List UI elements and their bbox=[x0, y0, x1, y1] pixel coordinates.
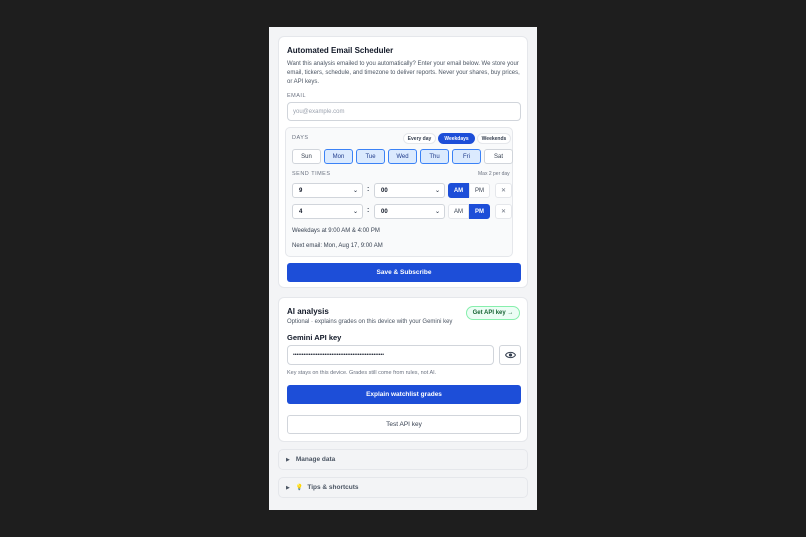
app-panel: Automated Email Scheduler Want this anal… bbox=[269, 27, 537, 510]
close-icon: ✕ bbox=[500, 209, 507, 215]
day-sat[interactable]: Sat bbox=[484, 149, 513, 164]
days-label: DAYS bbox=[292, 135, 309, 141]
ai-subtitle: Optional · explains grades on this devic… bbox=[287, 319, 453, 325]
time2-colon: : bbox=[367, 207, 370, 214]
send-times-label: SEND TIMES bbox=[292, 171, 331, 177]
max-per-day-note: Max 2 per day bbox=[478, 171, 510, 177]
triangle-right-icon: ▶ bbox=[286, 456, 290, 463]
tips-label: Tips & shortcuts bbox=[307, 484, 359, 491]
email-scheduler-card: Automated Email Scheduler Want this anal… bbox=[278, 36, 528, 288]
day-mon[interactable]: Mon bbox=[324, 149, 353, 164]
day-thu[interactable]: Thu bbox=[420, 149, 449, 164]
explain-grades-button[interactable]: Explain watchlist grades bbox=[287, 385, 521, 404]
time2-minute-value: 00 bbox=[381, 208, 388, 215]
triangle-right-icon: ▶ bbox=[286, 484, 290, 491]
test-api-key-button[interactable]: Test API key bbox=[287, 415, 521, 434]
day-wed[interactable]: Wed bbox=[388, 149, 417, 164]
time1-remove-button[interactable]: ✕ bbox=[495, 183, 512, 198]
time1-hour-select[interactable]: 9 ⌄ bbox=[292, 183, 363, 198]
time1-colon: : bbox=[367, 186, 370, 193]
gemini-api-key-input[interactable]: ••••••••••••••••••••••••••••••••••••••••… bbox=[287, 345, 494, 365]
time1-pm-toggle[interactable]: PM bbox=[469, 183, 490, 198]
close-icon: ✕ bbox=[500, 188, 507, 194]
next-email-text: Next email: Mon, Aug 17, 9:00 AM bbox=[292, 243, 383, 249]
preset-every-day[interactable]: Every day bbox=[403, 133, 436, 144]
schedule-summary: Weekdays at 9:00 AM & 4:00 PM bbox=[292, 228, 380, 234]
schedule-box: DAYS Every day Weekdays Weekends Sun Mon… bbox=[285, 127, 513, 257]
time1-minute-value: 00 bbox=[381, 187, 388, 194]
time2-am-toggle[interactable]: AM bbox=[448, 204, 469, 219]
preset-weekends[interactable]: Weekends bbox=[477, 133, 511, 144]
email-input[interactable]: you@example.com bbox=[287, 102, 521, 121]
email-label: EMAIL bbox=[287, 93, 307, 99]
time2-remove-button[interactable]: ✕ bbox=[495, 204, 512, 219]
chevron-down-icon: ⌄ bbox=[352, 188, 358, 194]
time2-pm-toggle[interactable]: PM bbox=[469, 204, 490, 219]
day-tue[interactable]: Tue bbox=[356, 149, 385, 164]
time2-hour-value: 4 bbox=[299, 208, 303, 215]
key-note: Key stays on this device. Grades still c… bbox=[287, 370, 437, 376]
time1-am-toggle[interactable]: AM bbox=[448, 183, 469, 198]
get-api-key-button[interactable]: Get API key → bbox=[466, 306, 520, 320]
manage-data-label: Manage data bbox=[295, 456, 336, 463]
day-sun[interactable]: Sun bbox=[292, 149, 321, 164]
tips-section[interactable]: ▶ 💡 Tips & shortcuts bbox=[278, 477, 528, 498]
toggle-key-visibility-button[interactable] bbox=[499, 345, 521, 365]
scheduler-description: Want this analysis emailed to you automa… bbox=[287, 61, 520, 85]
chevron-down-icon: ⌄ bbox=[434, 209, 440, 215]
scheduler-title: Automated Email Scheduler bbox=[287, 46, 394, 55]
ai-title: AI analysis bbox=[287, 307, 329, 316]
preset-weekdays[interactable]: Weekdays bbox=[438, 133, 475, 144]
chevron-down-icon: ⌄ bbox=[352, 209, 358, 215]
ai-analysis-card: AI analysis Optional · explains grades o… bbox=[278, 297, 528, 442]
day-fri[interactable]: Fri bbox=[452, 149, 481, 164]
eye-icon bbox=[504, 351, 516, 359]
lightbulb-icon: 💡 bbox=[295, 485, 304, 491]
time2-hour-select[interactable]: 4 ⌄ bbox=[292, 204, 363, 219]
time2-minute-select[interactable]: 00 ⌄ bbox=[374, 204, 445, 219]
chevron-down-icon: ⌄ bbox=[434, 188, 440, 194]
time1-minute-select[interactable]: 00 ⌄ bbox=[374, 183, 445, 198]
manage-data-section[interactable]: ▶ Manage data bbox=[278, 449, 528, 470]
gemini-key-label: Gemini API key bbox=[287, 333, 342, 342]
time1-hour-value: 9 bbox=[299, 187, 303, 194]
save-subscribe-button[interactable]: Save & Subscribe bbox=[287, 263, 521, 282]
